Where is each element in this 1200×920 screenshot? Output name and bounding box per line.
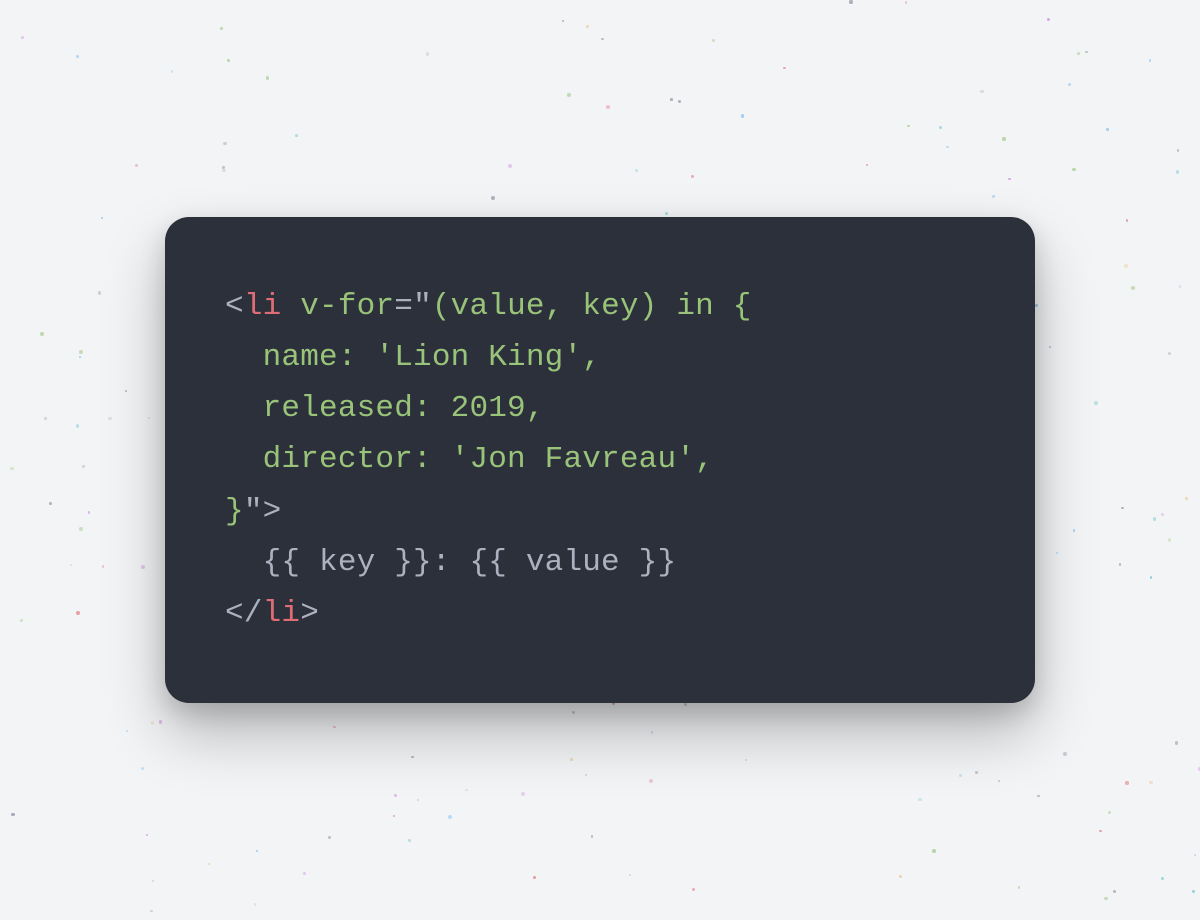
tag-name-open: li	[244, 289, 282, 324]
code-snippet-card: <li v-for="(value, key) in { name: 'Lion…	[165, 217, 1035, 703]
expression-start: (value, key) in {	[432, 289, 752, 324]
template-body: {{ key }}: {{ value }}	[225, 545, 676, 580]
object-prop-director: director: 'Jon Favreau',	[225, 442, 714, 477]
quote-close: "	[244, 494, 263, 529]
angle-bracket-open: <	[225, 289, 244, 324]
equals-sign: =	[394, 289, 413, 324]
attribute-name: v-for	[300, 289, 394, 324]
tag-name-close: li	[263, 596, 301, 631]
quote-open: "	[413, 289, 432, 324]
object-prop-released: released: 2019,	[225, 391, 545, 426]
object-close-brace: }	[225, 494, 244, 529]
object-prop-name: name: 'Lion King',	[225, 340, 601, 375]
closing-bracket-close: >	[300, 596, 319, 631]
space	[281, 289, 300, 324]
angle-bracket-close: >	[263, 494, 282, 529]
code-block: <li v-for="(value, key) in { name: 'Lion…	[225, 281, 975, 639]
closing-bracket-open: </	[225, 596, 263, 631]
